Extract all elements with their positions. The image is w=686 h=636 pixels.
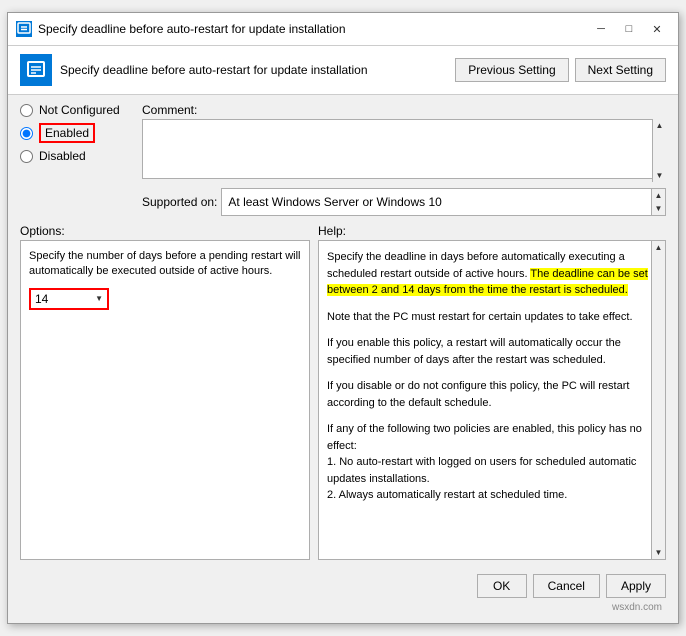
comment-scrollbar: ▲ ▼ [652,119,666,182]
not-configured-label: Not Configured [39,103,120,117]
ok-button[interactable]: OK [477,574,527,598]
help-section-label: Help: [318,224,666,238]
help-paragraph-2: Note that the PC must restart for certai… [327,309,657,326]
right-column: Comment: ▲ ▼ Supported on: At least Wind… [142,103,666,216]
enabled-label: Enabled [39,123,95,143]
help-paragraph-5: If any of the following two policies are… [327,421,657,504]
supported-scroll-up[interactable]: ▲ [653,189,665,202]
supported-section: Supported on: At least Windows Server or… [142,188,666,216]
footer-row: OK Cancel Apply [20,568,666,602]
scroll-down-arrow[interactable]: ▼ [656,171,664,180]
header-row: Specify deadline before auto-restart for… [8,46,678,95]
dropdown-row: 14 ▼ [29,288,301,310]
disabled-label: Disabled [39,149,86,163]
content-area: Not Configured Enabled Disabled Comment: [8,95,678,623]
help-paragraph-4: If you disable or do not configure this … [327,378,657,411]
window-controls: ─ □ ✕ [588,19,670,39]
window-icon [16,21,32,37]
options-section-label: Options: [20,224,310,238]
header-left: Specify deadline before auto-restart for… [20,54,455,86]
disabled-option[interactable]: Disabled [20,149,130,163]
comment-label: Comment: [142,103,666,117]
days-dropdown[interactable]: 14 ▼ [29,288,109,310]
comment-textarea[interactable] [142,119,666,179]
supported-label: Supported on: [142,195,217,209]
close-button[interactable]: ✕ [644,19,670,39]
help-scrollbar: ▲ ▼ [651,241,665,559]
supported-value-box: At least Windows Server or Windows 10 ▲ … [221,188,666,216]
comment-section: Comment: ▲ ▼ [142,103,666,182]
watermark: wsxdn.com [20,602,666,615]
help-text: Specify the deadline in days before auto… [327,249,657,504]
radio-column: Not Configured Enabled Disabled [20,103,130,216]
prev-setting-button[interactable]: Previous Setting [455,58,568,82]
disabled-radio[interactable] [20,150,33,163]
options-panel: Specify the number of days before a pend… [20,240,310,560]
dropdown-arrow-icon: ▼ [95,294,103,303]
scroll-up-arrow[interactable]: ▲ [656,121,664,130]
section-labels: Options: Help: [20,224,666,238]
not-configured-radio[interactable] [20,104,33,117]
not-configured-option[interactable]: Not Configured [20,103,130,117]
help-scroll-up-arrow[interactable]: ▲ [655,243,663,252]
maximize-button[interactable]: □ [616,19,642,39]
middle-section: Not Configured Enabled Disabled Comment: [20,103,666,216]
main-window: Specify deadline before auto-restart for… [7,12,679,624]
help-paragraph-1: Specify the deadline in days before auto… [327,249,657,299]
options-description: Specify the number of days before a pend… [29,249,301,280]
supported-value: At least Windows Server or Windows 10 [228,195,441,209]
minimize-button[interactable]: ─ [588,19,614,39]
supported-scrollbar: ▲ ▼ [651,189,665,215]
next-setting-button[interactable]: Next Setting [575,58,666,82]
header-buttons: Previous Setting Next Setting [455,58,666,82]
apply-button[interactable]: Apply [606,574,666,598]
supported-scroll-down[interactable]: ▼ [653,202,665,215]
help-paragraph-3: If you enable this policy, a restart wil… [327,335,657,368]
dropdown-value: 14 [35,292,48,306]
enabled-radio[interactable] [20,127,33,140]
window-title: Specify deadline before auto-restart for… [38,22,582,36]
enabled-option[interactable]: Enabled [20,123,130,143]
help-scroll-down-arrow[interactable]: ▼ [655,548,663,557]
header-description: Specify deadline before auto-restart for… [60,63,368,77]
title-bar: Specify deadline before auto-restart for… [8,13,678,46]
help-panel: Specify the deadline in days before auto… [318,240,666,560]
bottom-panels: Specify the number of days before a pend… [20,240,666,560]
radio-group: Not Configured Enabled Disabled [20,103,130,163]
policy-icon [20,54,52,86]
cancel-button[interactable]: Cancel [533,574,600,598]
